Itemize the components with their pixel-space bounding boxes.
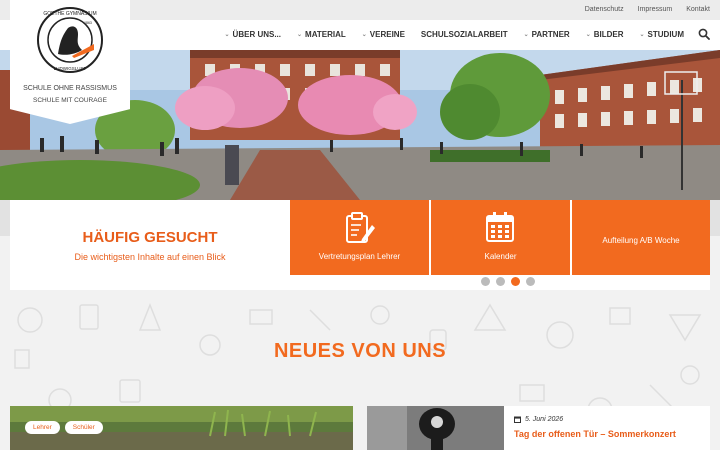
logo-year: 1863 — [84, 21, 92, 25]
nav-item-partner[interactable]: ⌄ Partner — [524, 30, 570, 39]
chevron-down-icon: ⌄ — [639, 32, 645, 38]
sculpture-photo — [367, 406, 504, 450]
main-nav: ⌄ Über uns... ⌄ Material ⌄ Vereine Schulsoz… — [225, 30, 684, 39]
link-datenschutz[interactable]: Datenschutz — [585, 6, 624, 13]
news-headline[interactable]: Tag der offenen Tür – Sommerkonzert — [514, 429, 676, 439]
clipboard-edit-icon — [346, 212, 375, 243]
nav-label: Über uns... — [232, 30, 281, 39]
nav-item-bilder[interactable]: ⌄ Bilder — [586, 30, 624, 39]
nav-label: Vereine — [369, 30, 405, 39]
tile-ab-woche[interactable]: Aufteilung A/B Woche — [572, 200, 710, 275]
tile-label: Kalender — [484, 252, 517, 261]
carousel-dot-3[interactable] — [511, 277, 520, 286]
calendar-icon — [486, 212, 514, 242]
chevron-down-icon: ⌄ — [361, 32, 367, 38]
quick-access-title: HÄUFIG GESUCHT — [82, 229, 218, 246]
chevron-down-icon: ⌄ — [523, 32, 529, 38]
tag-schueler[interactable]: Schüler — [64, 421, 103, 434]
carousel-dot-1[interactable] — [481, 277, 490, 286]
news-date-text: 5. Juni 2026 — [525, 416, 564, 423]
tile-kalender[interactable]: Kalender — [431, 200, 570, 275]
carousel-dot-2[interactable] — [496, 277, 505, 286]
nav-label: Bilder — [593, 30, 624, 39]
logo-ring-bottom: LUDWIGSLUST — [54, 66, 87, 71]
link-kontakt[interactable]: Kontakt — [686, 6, 710, 13]
badge-schule-ohne-rassismus: SCHULE OHNE RASSISMUS — [23, 85, 117, 92]
nav-label: Material — [305, 30, 346, 39]
chevron-down-icon: ⌄ — [585, 32, 591, 38]
nav-label: Schulsozialarbeit — [420, 30, 508, 39]
school-logo[interactable]: GOETHE GYMNASIUM LUDWIGSLUST 1863 SCHULE… — [10, 0, 130, 124]
carousel-pagination — [481, 277, 535, 286]
news-section-title: NEUES VON UNS — [273, 340, 447, 362]
nav-label: Studium — [647, 30, 684, 39]
goethe-logo-emblem: GOETHE GYMNASIUM LUDWIGSLUST 1863 — [37, 7, 103, 73]
nav-item-vereine[interactable]: ⌄ Vereine — [362, 30, 405, 39]
tile-label: Aufteilung A/B Woche — [602, 236, 680, 245]
tile-label: Vertretungsplan Lehrer — [318, 252, 401, 261]
nav-item-schulsozialarbeit[interactable]: Schulsozialarbeit — [421, 30, 508, 39]
quick-access-subtitle: Die wichtigsten Inhalte auf einen Blick — [74, 252, 226, 262]
search-icon[interactable] — [698, 28, 710, 40]
nav-item-ueber-uns[interactable]: ⌄ Über uns... — [225, 30, 281, 39]
news-card-pond[interactable]: Lehrer Schüler — [10, 406, 353, 450]
link-impressum[interactable]: Impressum — [638, 6, 673, 13]
news-card-open-day[interactable]: 5. Juni 2026 Tag der offenen Tür – Somme… — [367, 406, 710, 450]
chevron-down-icon: ⌄ — [224, 32, 230, 38]
tile-vertretungsplan[interactable]: Vertretungsplan Lehrer — [290, 200, 429, 275]
badge-schule-mit-courage: SCHULE MIT COURAGE — [33, 97, 107, 104]
tag-lehrer[interactable]: Lehrer — [25, 421, 60, 434]
logo-ring-top: GOETHE GYMNASIUM — [43, 11, 96, 17]
nav-item-studium[interactable]: ⌄ Studium — [640, 30, 684, 39]
calendar-icon — [514, 416, 521, 423]
nav-item-material[interactable]: ⌄ Material — [297, 30, 346, 39]
news-date: 5. Juni 2026 — [514, 416, 563, 423]
quick-access-intro: HÄUFIG GESUCHT Die wichtigsten Inhalte a… — [10, 200, 290, 275]
chevron-down-icon: ⌄ — [297, 32, 303, 38]
carousel-dot-4[interactable] — [526, 277, 535, 286]
quick-access-panel: HÄUFIG GESUCHT Die wichtigsten Inhalte a… — [10, 200, 710, 290]
nav-label: Partner — [531, 30, 570, 39]
utility-links: Datenschutz Impressum Kontakt — [585, 6, 710, 13]
news-card-tags: Lehrer Schüler — [25, 421, 103, 434]
